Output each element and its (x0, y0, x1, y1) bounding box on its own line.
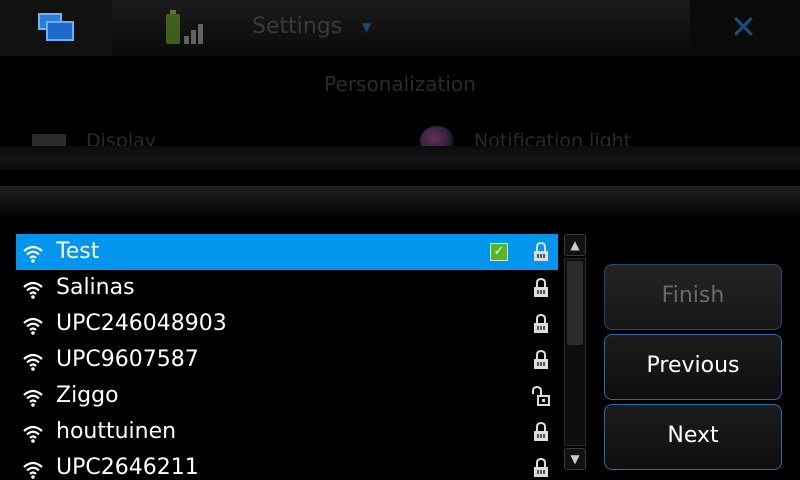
wifi-icon (22, 278, 44, 300)
next-button[interactable]: Next (604, 404, 782, 470)
dialog-header-bar (0, 186, 800, 216)
network-item[interactable]: Salinas (16, 270, 558, 306)
network-name: houttuinen (56, 419, 177, 444)
app-menu-arrow-icon: ▼ (362, 20, 372, 34)
network-list[interactable]: Test ✓ Salinas UPC246048903 UPC9607587 Ziggo h… (16, 234, 558, 480)
network-item[interactable]: Ziggo (16, 378, 558, 414)
wifi-icon (22, 350, 44, 372)
task-switcher-icon (38, 13, 78, 43)
unlock-icon (532, 385, 550, 407)
lock-icon (532, 421, 550, 443)
signal-icon (184, 14, 210, 44)
lock-icon (532, 313, 550, 335)
lock-icon (532, 277, 550, 299)
wifi-icon (22, 242, 44, 264)
network-item[interactable]: UPC246048903 (16, 306, 558, 342)
scroll-track[interactable] (564, 258, 586, 446)
app-title: Settings (252, 14, 343, 39)
network-item[interactable]: UPC9607587 (16, 342, 558, 378)
lock-icon (532, 457, 550, 479)
scroll-up-button[interactable]: ▲ (564, 234, 586, 256)
wifi-icon (22, 422, 44, 444)
network-name: UPC246048903 (56, 311, 227, 336)
wifi-icon (22, 314, 44, 336)
status-bar (0, 0, 800, 56)
divider (0, 146, 800, 170)
network-item[interactable]: houttuinen (16, 414, 558, 450)
close-icon: ✕ (730, 8, 757, 46)
lock-icon (532, 241, 550, 263)
battery-icon (166, 10, 180, 44)
network-item[interactable]: Test ✓ (16, 234, 558, 270)
close-button[interactable]: ✕ (690, 0, 800, 56)
wifi-icon (22, 386, 44, 408)
lock-icon (532, 349, 550, 371)
task-switcher-button[interactable] (0, 0, 112, 56)
finish-button[interactable]: Finish (604, 264, 782, 330)
previous-button[interactable]: Previous (604, 334, 782, 400)
scroll-down-button[interactable]: ▼ (564, 448, 586, 470)
network-name: Salinas (56, 275, 135, 300)
check-icon: ✓ (490, 243, 508, 261)
network-name: Ziggo (56, 383, 119, 408)
network-name: UPC2646211 (56, 455, 199, 480)
network-item[interactable]: UPC2646211 (16, 450, 558, 480)
list-scrollbar[interactable]: ▲ ▼ (564, 234, 586, 470)
scroll-thumb[interactable] (567, 261, 583, 345)
network-name: UPC9607587 (56, 347, 199, 372)
section-heading: Personalization (324, 72, 476, 96)
wifi-icon (22, 458, 44, 480)
network-name: Test (56, 239, 100, 264)
